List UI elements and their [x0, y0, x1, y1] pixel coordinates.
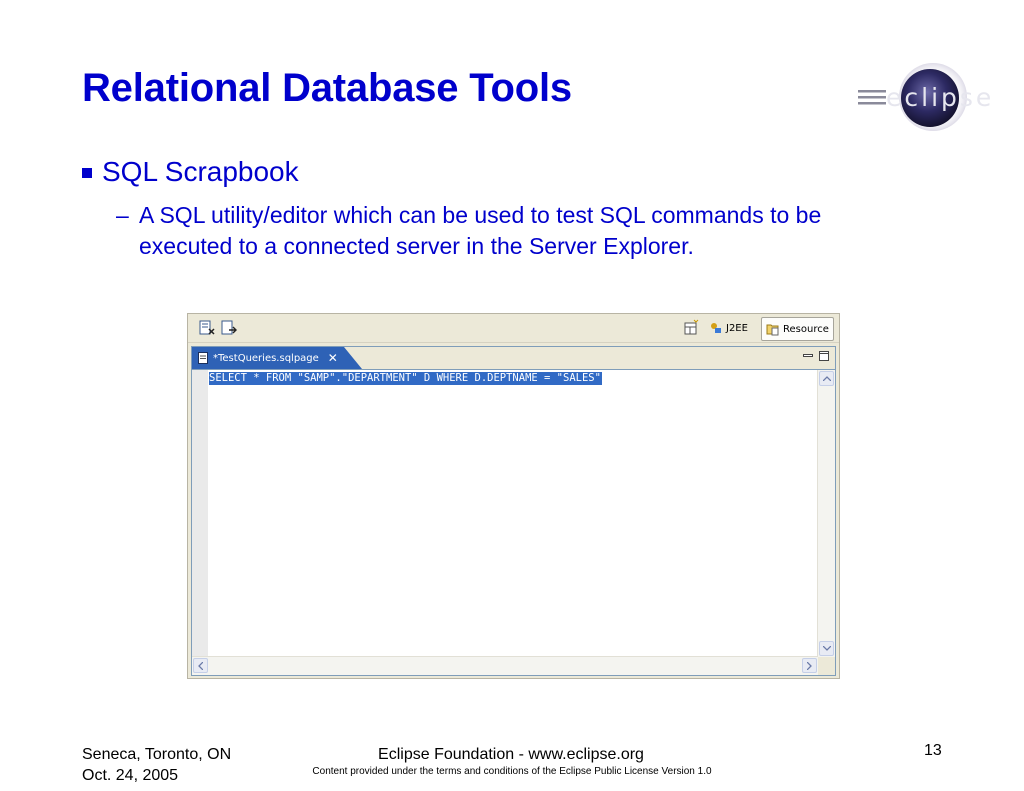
scroll-right-icon[interactable]	[802, 658, 817, 673]
sql-editor[interactable]: SELECT * FROM "SAMP"."DEPARTMENT" D WHER…	[192, 370, 835, 675]
maximize-icon[interactable]	[819, 351, 829, 361]
footer-center: Eclipse Foundation - www.eclipse.org Con…	[0, 744, 1024, 777]
scroll-up-icon[interactable]	[819, 371, 834, 386]
bullet-square-icon	[82, 168, 92, 178]
svg-text:eclipse: eclipse	[886, 83, 994, 112]
bullet-sql-scrapbook: SQL Scrapbook	[82, 156, 299, 188]
tab-label: *TestQueries.sqlpage	[213, 352, 319, 364]
page-number: 13	[924, 742, 942, 759]
perspective-j2ee[interactable]: J2EE	[705, 317, 752, 339]
sub-bullet: – A SQL utility/editor which can be used…	[116, 200, 916, 262]
footer-title: Eclipse Foundation - www.eclipse.org	[378, 746, 644, 763]
scroll-down-icon[interactable]	[819, 641, 834, 656]
selected-code-line[interactable]: SELECT * FROM "SAMP"."DEPARTMENT" D WHER…	[209, 372, 602, 385]
editor-area: *TestQueries.sqlpage ✕ SELECT * FROM "SA…	[191, 346, 836, 676]
perspective-j2ee-label: J2EE	[726, 322, 748, 334]
tab-testqueries[interactable]: *TestQueries.sqlpage ✕	[192, 347, 362, 369]
perspective-resource-label: Resource	[783, 323, 829, 335]
tab-close-icon[interactable]: ✕	[328, 351, 338, 365]
editor-tab-strip: *TestQueries.sqlpage ✕	[192, 347, 835, 370]
vertical-scrollbar[interactable]	[817, 370, 835, 657]
horizontal-scrollbar[interactable]	[192, 656, 818, 675]
eclipse-screenshot: J2EE Resource *TestQueries.sqlpage ✕ SEL…	[187, 313, 840, 679]
run-sql-icon[interactable]	[198, 319, 216, 337]
footer-license: Content provided under the terms and con…	[312, 766, 712, 777]
execute-icon[interactable]	[220, 319, 238, 337]
j2ee-perspective-icon	[711, 323, 721, 333]
slide-title: Relational Database Tools	[82, 66, 572, 110]
scrollbar-corner	[818, 657, 835, 675]
sub-bullet-dash: –	[116, 202, 129, 228]
sqlpage-file-icon	[198, 352, 208, 364]
sub-bullet-text: A SQL utility/editor which can be used t…	[139, 202, 822, 259]
resource-perspective-icon	[766, 324, 779, 336]
open-perspective-icon[interactable]	[682, 319, 700, 337]
eclipse-logo: eclipse	[858, 63, 994, 131]
editor-ruler	[192, 370, 208, 657]
bullet-text: SQL Scrapbook	[102, 156, 299, 187]
scroll-left-icon[interactable]	[193, 658, 208, 673]
minimize-icon[interactable]	[803, 351, 813, 361]
main-toolbar: J2EE Resource	[188, 314, 839, 343]
perspective-resource[interactable]: Resource	[761, 317, 834, 341]
